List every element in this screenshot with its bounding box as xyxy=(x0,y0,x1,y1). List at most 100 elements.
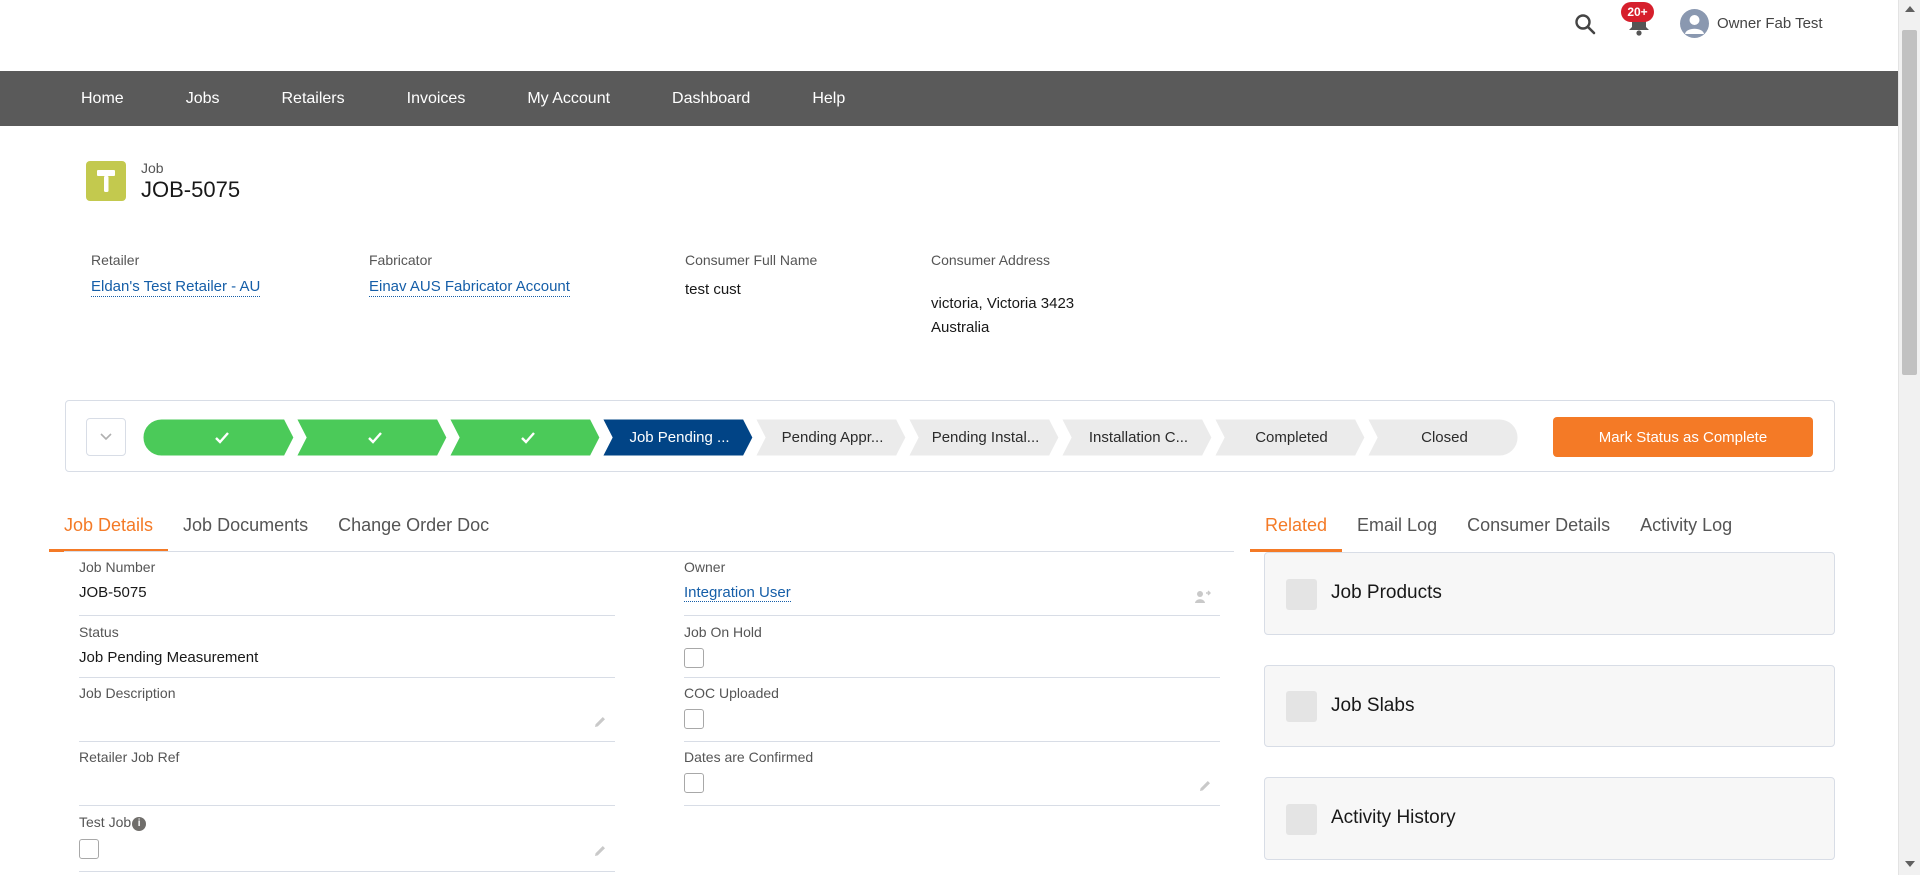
nav-home[interactable]: Home xyxy=(57,71,148,126)
tab-related[interactable]: Related xyxy=(1250,510,1343,552)
page-scrollbar[interactable] xyxy=(1898,0,1920,875)
nav-invoices[interactable]: Invoices xyxy=(383,71,490,126)
path-step-label: Installation C... xyxy=(1088,429,1189,446)
mark-status-complete-button[interactable]: Mark Status as Complete xyxy=(1553,417,1813,457)
detail-tabs-divider xyxy=(64,551,1234,552)
path-step-3[interactable] xyxy=(448,418,601,457)
page-title: JOB-5075 xyxy=(141,177,241,202)
main-navigation: Home Jobs Retailers Invoices My Account … xyxy=(0,71,1898,126)
nav-help[interactable]: Help xyxy=(788,71,869,126)
path-steps: Job Pending ... Pending Appr... Pending In… xyxy=(142,418,1519,457)
owner-value-row: Integration User xyxy=(684,584,1220,602)
activity-history-card: Activity History xyxy=(1264,777,1835,860)
job-number-value: JOB-5075 xyxy=(79,584,147,601)
path-step-label: Job Pending ... xyxy=(629,429,730,446)
consumer-name-label: Consumer Full Name xyxy=(685,252,818,268)
search-icon[interactable] xyxy=(1573,12,1597,36)
path-step-6[interactable]: Pending Instal... xyxy=(907,418,1060,457)
pencil-icon[interactable] xyxy=(1198,779,1212,793)
job-number-field: Job Number JOB-5075 xyxy=(79,559,615,616)
tab-change-order-doc[interactable]: Change Order Doc xyxy=(323,510,504,552)
status-field: Status Job Pending Measurement xyxy=(79,624,615,678)
path-step-7[interactable]: Installation C... xyxy=(1060,418,1213,457)
dates-confirmed-label: Dates are Confirmed xyxy=(684,749,814,765)
user-icon xyxy=(1685,14,1704,34)
path-step-label: Pending Appr... xyxy=(781,429,884,446)
coc-uploaded-label: COC Uploaded xyxy=(684,685,779,701)
tab-email-log[interactable]: Email Log xyxy=(1342,510,1452,552)
job-on-hold-checkbox[interactable] xyxy=(684,648,704,668)
chevron-down-icon xyxy=(100,433,112,441)
fabricator-field: Fabricator Einav AUS Fabricator Account xyxy=(369,252,570,297)
check-icon xyxy=(367,431,382,444)
consumer-name-field: Consumer Full Name test cust xyxy=(685,252,817,302)
consumer-address-line1: victoria, Victoria 3423 xyxy=(931,295,1075,312)
tab-consumer-details[interactable]: Consumer Details xyxy=(1452,510,1625,552)
job-on-hold-field: Job On Hold xyxy=(684,624,1220,678)
record-type-label: Job xyxy=(141,160,164,176)
nav-jobs[interactable]: Jobs xyxy=(162,71,244,126)
hammer-icon xyxy=(86,161,126,201)
related-tabs: Related Email Log Consumer Details Activ… xyxy=(1250,510,1747,552)
nav-dashboard[interactable]: Dashboard xyxy=(648,71,774,126)
nav-retailers[interactable]: Retailers xyxy=(257,71,368,126)
activity-history-title[interactable]: Activity History xyxy=(1331,807,1456,829)
retailer-label: Retailer xyxy=(91,252,140,268)
tab-job-documents[interactable]: Job Documents xyxy=(168,510,323,552)
notification-badge[interactable]: 20+ xyxy=(1621,2,1654,22)
test-job-label: Test Job xyxy=(79,814,132,830)
user-menu[interactable]: Owner Fab Test xyxy=(1680,8,1823,38)
check-icon xyxy=(520,431,535,444)
status-path: Job Pending ... Pending Appr... Pending In… xyxy=(65,400,1835,472)
job-description-field: Job Description xyxy=(79,685,615,742)
pencil-icon[interactable] xyxy=(593,844,607,858)
activity-history-icon xyxy=(1286,804,1317,835)
owner-label: Owner xyxy=(684,559,726,575)
tab-activity-log[interactable]: Activity Log xyxy=(1625,510,1747,552)
path-step-8[interactable]: Completed xyxy=(1213,418,1366,457)
fabricator-label: Fabricator xyxy=(369,252,433,268)
retailer-job-ref-field: Retailer Job Ref xyxy=(79,749,615,806)
test-job-checkbox[interactable] xyxy=(79,839,99,859)
owner-link[interactable]: Integration User xyxy=(684,584,791,602)
path-step-2[interactable] xyxy=(295,418,448,457)
job-slabs-title[interactable]: Job Slabs xyxy=(1331,695,1414,717)
status-label: Status xyxy=(79,624,119,640)
job-number-label: Job Number xyxy=(79,559,156,575)
pencil-icon[interactable] xyxy=(593,715,607,729)
test-job-label-row: Test Job i xyxy=(79,814,615,831)
coc-uploaded-field: COC Uploaded xyxy=(684,685,1220,742)
path-expand-toggle[interactable] xyxy=(86,418,126,456)
consumer-address-line2: Australia xyxy=(931,319,990,336)
path-step-label: Closed xyxy=(1421,429,1468,446)
path-step-4[interactable]: Job Pending ... xyxy=(601,418,754,457)
path-step-label: Pending Instal... xyxy=(931,429,1040,446)
detail-tabs: Job Details Job Documents Change Order D… xyxy=(49,510,504,552)
consumer-address-field: Consumer Address victoria, Victoria 3423… xyxy=(931,252,1074,340)
job-slabs-icon xyxy=(1286,691,1317,722)
coc-uploaded-checkbox[interactable] xyxy=(684,709,704,729)
consumer-address-label: Consumer Address xyxy=(931,252,1051,268)
dates-confirmed-field: Dates are Confirmed xyxy=(684,749,1220,806)
tab-job-details[interactable]: Job Details xyxy=(49,510,169,552)
info-icon[interactable]: i xyxy=(132,817,147,831)
retailer-job-ref-label: Retailer Job Ref xyxy=(79,749,180,765)
retailer-field: Retailer Eldan's Test Retailer - AU xyxy=(91,252,261,297)
retailer-link[interactable]: Eldan's Test Retailer - AU xyxy=(91,278,261,297)
fabricator-link[interactable]: Einav AUS Fabricator Account xyxy=(369,278,570,297)
job-description-label: Job Description xyxy=(79,685,176,701)
job-products-title[interactable]: Job Products xyxy=(1331,582,1442,604)
path-step-5[interactable]: Pending Appr... xyxy=(754,418,907,457)
job-slabs-card: Job Slabs xyxy=(1264,665,1835,747)
nav-my-account[interactable]: My Account xyxy=(503,71,634,126)
dates-confirmed-checkbox[interactable] xyxy=(684,773,704,793)
path-step-9[interactable]: Closed xyxy=(1366,418,1519,457)
job-products-card: Job Products xyxy=(1264,552,1835,635)
owner-field: Owner Integration User xyxy=(684,559,1220,616)
scroll-thumb[interactable] xyxy=(1902,30,1917,375)
status-value: Job Pending Measurement xyxy=(79,649,259,666)
scroll-up-arrow[interactable] xyxy=(1905,6,1915,12)
path-step-1[interactable] xyxy=(142,418,295,457)
scroll-down-arrow[interactable] xyxy=(1905,861,1915,867)
change-owner-icon[interactable] xyxy=(1194,589,1212,605)
